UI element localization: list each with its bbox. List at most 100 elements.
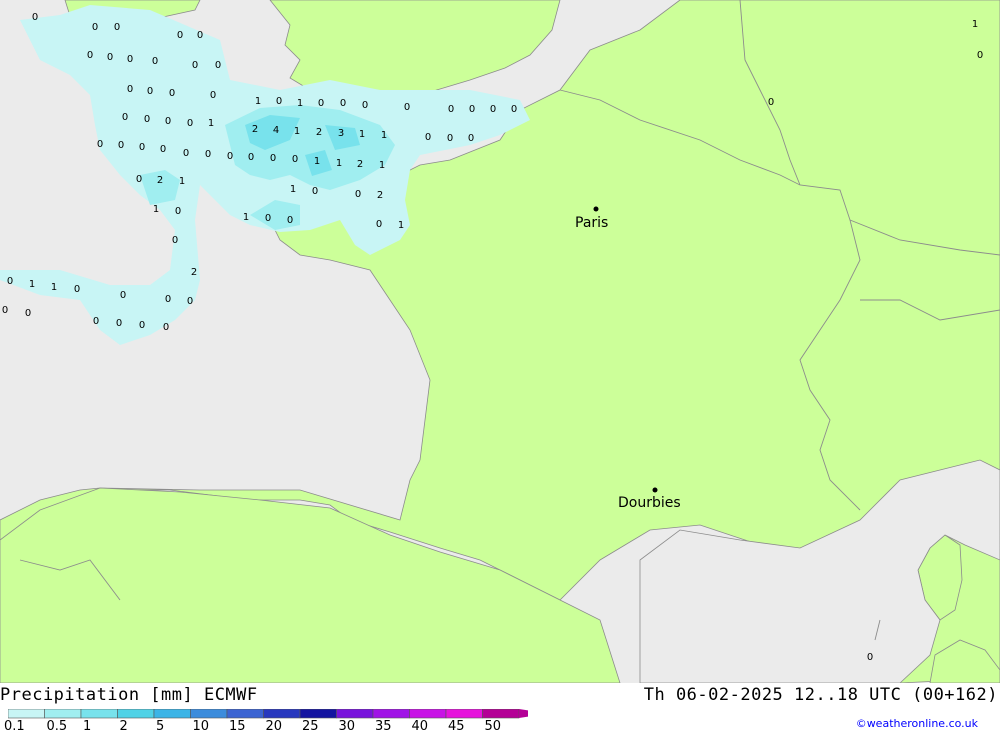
precip-value: 0 — [210, 90, 216, 101]
precip-value: 0 — [25, 308, 31, 319]
precip-value: 0 — [107, 52, 113, 63]
precip-value: 0 — [7, 276, 13, 287]
legend-label: 5 — [156, 719, 165, 734]
precip-value: 1 — [255, 96, 261, 107]
precip-value: 0 — [425, 132, 431, 143]
precip-value: 4 — [273, 125, 279, 136]
precip-value: 0 — [287, 215, 293, 226]
legend-swatch — [117, 709, 155, 719]
precip-value: 0 — [318, 98, 324, 109]
city-marker-dourbies — [652, 487, 658, 493]
precip-value: 0 — [768, 97, 774, 108]
precip-value: 0 — [404, 102, 410, 113]
precip-value: 0 — [215, 60, 221, 71]
precip-value: 0 — [355, 189, 361, 200]
precip-value: 1 — [290, 184, 296, 195]
legend-label: 30 — [338, 719, 356, 734]
legend-label: 2 — [119, 719, 128, 734]
precip-value: 0 — [97, 139, 103, 150]
precip-value: 0 — [248, 152, 254, 163]
precip-value: 0 — [116, 318, 122, 329]
precip-value: 2 — [252, 124, 258, 135]
precip-value: 0 — [2, 305, 8, 316]
precip-value: 0 — [136, 174, 142, 185]
legend-label: 40 — [411, 719, 429, 734]
precip-value: 1 — [29, 279, 35, 290]
map-title: Precipitation [mm] ECMWF — [0, 685, 258, 705]
precip-value: 0 — [376, 219, 382, 230]
precip-value: 0 — [469, 104, 475, 115]
legend-swatch — [372, 709, 410, 719]
precip-value: 2 — [157, 175, 163, 186]
precip-value: 0 — [32, 12, 38, 23]
precip-value: 0 — [147, 86, 153, 97]
precip-value: 0 — [362, 100, 368, 111]
legend-swatch — [263, 709, 301, 719]
legend-label: 0.5 — [46, 719, 68, 734]
precip-value: 0 — [177, 30, 183, 41]
map-footer: Precipitation [mm] ECMWF Th 06-02-2025 1… — [0, 683, 1000, 734]
precip-value: 0 — [122, 112, 128, 123]
precip-value: 0 — [92, 22, 98, 33]
legend-label: 25 — [302, 719, 319, 734]
precip-value: 0 — [87, 50, 93, 61]
precip-value: 0 — [93, 316, 99, 327]
precip-value: 1 — [179, 176, 185, 187]
precip-value: 1 — [153, 204, 159, 215]
precip-value: 0 — [172, 235, 178, 246]
legend-label: 0.1 — [4, 719, 25, 734]
precip-value: 0 — [977, 50, 983, 61]
precip-value: 0 — [187, 118, 193, 129]
legend-label: 50 — [484, 719, 502, 734]
precip-value: 0 — [511, 104, 517, 115]
city-marker-paris — [593, 206, 599, 212]
precip-value: 1 — [379, 160, 385, 171]
precip-value: 0 — [165, 294, 171, 305]
precip-value: 1 — [972, 19, 978, 30]
precip-value: 0 — [270, 153, 276, 164]
legend-swatch — [336, 709, 374, 719]
precip-value: 0 — [197, 30, 203, 41]
precip-value: 1 — [208, 118, 214, 129]
precip-value: 0 — [152, 56, 158, 67]
precip-value: 1 — [381, 130, 387, 141]
precip-value: 0 — [175, 206, 181, 217]
precip-value: 0 — [192, 60, 198, 71]
precip-value: 0 — [120, 290, 126, 301]
precip-value: 0 — [183, 148, 189, 159]
precip-value: 0 — [276, 96, 282, 107]
precip-value: 0 — [447, 133, 453, 144]
city-label-dourbies: Dourbies — [618, 495, 681, 511]
legend-swatch — [44, 709, 82, 719]
credit-link[interactable]: ©weatheronline.co.uk — [856, 717, 978, 730]
legend-arrow — [519, 709, 528, 718]
legend-label: 1 — [83, 719, 92, 734]
legend-label: 15 — [229, 719, 246, 734]
precip-value: 2 — [357, 159, 363, 170]
legend-swatch — [190, 709, 228, 719]
precip-value: 0 — [292, 154, 298, 165]
precip-value: 0 — [468, 133, 474, 144]
map-timestamp: Th 06-02-2025 12..18 UTC (00+162) — [643, 685, 998, 705]
precip-value: 0 — [160, 144, 166, 155]
precip-value: 1 — [243, 212, 249, 223]
legend-label: 45 — [448, 719, 465, 734]
legend-swatch — [80, 709, 118, 719]
precip-value: 0 — [867, 652, 873, 663]
precip-value: 0 — [114, 22, 120, 33]
precip-value: 0 — [448, 104, 454, 115]
precip-value: 0 — [227, 151, 233, 162]
precip-value: 1 — [398, 220, 404, 231]
precip-value: 1 — [336, 158, 342, 169]
legend-swatch — [226, 709, 264, 719]
precip-value: 0 — [205, 149, 211, 160]
precip-value: 0 — [163, 322, 169, 333]
legend-swatch — [299, 709, 337, 719]
precip-value: 0 — [127, 84, 133, 95]
precip-value: 2 — [316, 127, 322, 138]
legend-label: 35 — [375, 719, 392, 734]
legend-swatch — [153, 709, 191, 719]
precip-value: 0 — [340, 98, 346, 109]
legend-swatch — [409, 709, 447, 719]
precip-value: 3 — [338, 128, 344, 139]
